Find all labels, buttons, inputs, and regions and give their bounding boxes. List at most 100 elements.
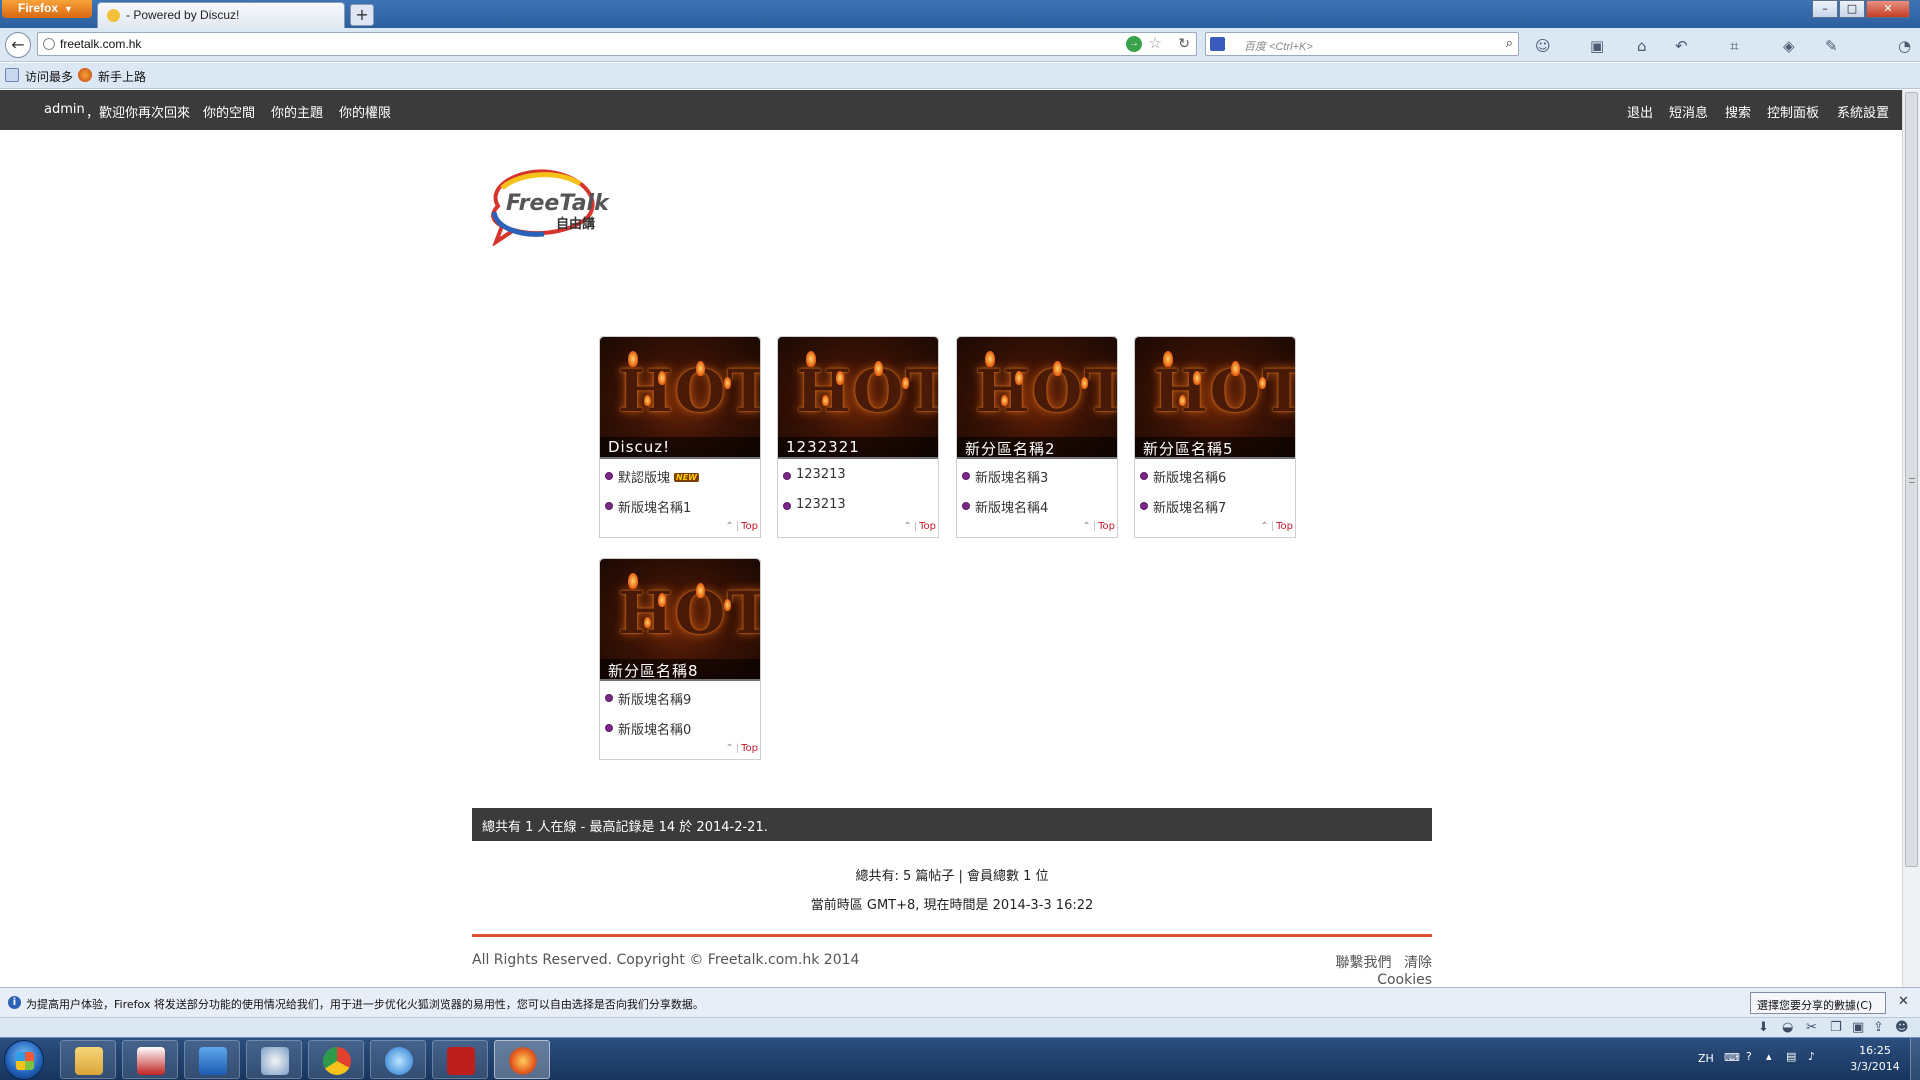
minimize-button[interactable]: –	[1812, 0, 1838, 18]
scrollbar-thumb[interactable]	[1905, 92, 1918, 867]
keyboard-icon[interactable]: ⌨	[1724, 1051, 1740, 1064]
board-bullet-icon	[605, 724, 613, 732]
board-link-label: 新版塊名稱4	[975, 501, 1049, 516]
forum-category-title[interactable]: 1232321	[786, 438, 860, 456]
flame-decoration	[836, 371, 844, 385]
firefox-icon	[509, 1047, 537, 1075]
new-tab-button[interactable]: +	[350, 4, 374, 26]
search-engine-icon[interactable]	[1210, 37, 1225, 51]
new-badge: NEW	[674, 473, 699, 482]
board-link[interactable]: 新版塊名稱7	[1153, 497, 1226, 516]
board-link[interactable]: 默認版塊 NEW	[618, 467, 699, 486]
language-indicator[interactable]: ZH	[1698, 1052, 1714, 1065]
taskbar-explorer[interactable]	[60, 1040, 116, 1079]
search-bar[interactable]: 百度 <Ctrl+K> ⌕	[1205, 32, 1519, 56]
back-to-top-link[interactable]: ⌃ | Top	[903, 521, 936, 532]
forum-category-title[interactable]: 新分區名稱5	[1143, 438, 1234, 459]
notifications-icon[interactable]: ✎	[1825, 37, 1838, 55]
start-button[interactable]	[4, 1040, 44, 1080]
bookmark-getting-started[interactable]: 新手上路	[78, 68, 146, 85]
board-link[interactable]: 新版塊名稱1	[618, 497, 691, 516]
tool-icon[interactable]: ✂	[1806, 1020, 1817, 1035]
crop-icon[interactable]: ⌗	[1730, 37, 1738, 55]
clock[interactable]: 16:25 3/3/2014	[1840, 1043, 1910, 1075]
close-window-button[interactable]: ✕	[1866, 0, 1910, 18]
board-link[interactable]: 123213	[796, 467, 846, 482]
nav-system-settings[interactable]: 系統設置	[1837, 102, 1889, 121]
window-restore-icon[interactable]: ▣	[1852, 1020, 1864, 1035]
nav-my-topics[interactable]: 你的主題	[271, 102, 323, 121]
forum-category-title[interactable]: 新分區名稱8	[608, 660, 699, 681]
page-scrollbar[interactable]	[1902, 90, 1920, 987]
mask-icon[interactable]: ◒	[1782, 1020, 1793, 1035]
home-icon[interactable]: ⌂	[1637, 37, 1647, 55]
board-link[interactable]: 新版塊名稱9	[618, 689, 691, 708]
top-label: Top	[1098, 521, 1115, 532]
screenshot-icon[interactable]: ▣	[1590, 37, 1604, 55]
reload-icon[interactable]: ↻	[1178, 35, 1190, 52]
contact-link[interactable]: 聯繫我們	[1336, 955, 1392, 971]
chat-icon[interactable]: ◔	[1898, 37, 1911, 55]
board-bullet-icon	[962, 502, 970, 510]
forum-category-title[interactable]: 新分區名稱2	[965, 438, 1056, 459]
firefox-icon	[78, 68, 92, 82]
back-to-top-link[interactable]: ⌃ | Top	[1260, 521, 1293, 532]
user-link[interactable]: admin	[44, 102, 85, 117]
board-link-label: 新版塊名稱0	[618, 723, 692, 738]
go-icon[interactable]: →	[1126, 36, 1142, 52]
undo-icon[interactable]: ↶	[1675, 37, 1688, 55]
bookmarks-toolbar: 访问最多 新手上路	[0, 63, 1920, 89]
chevron-up-icon[interactable]: ▴	[1766, 1050, 1772, 1063]
choose-data-button[interactable]: 選擇您要分享的數據(C)	[1750, 992, 1886, 1014]
flame-decoration	[696, 361, 705, 376]
show-desktop-button[interactable]	[1910, 1038, 1920, 1080]
bookmark-most-visited[interactable]: 访问最多	[5, 68, 73, 85]
flame-decoration	[985, 351, 995, 367]
volume-icon[interactable]: ♪	[1808, 1050, 1815, 1063]
share-icon[interactable]: ⇪	[1873, 1020, 1884, 1035]
info-icon: i	[8, 996, 21, 1009]
taskbar-ie[interactable]	[370, 1040, 426, 1079]
back-to-top-link[interactable]: ⌃ | Top	[1082, 521, 1115, 532]
help-icon[interactable]: ?	[1746, 1050, 1752, 1063]
network-icon[interactable]: ▤	[1786, 1050, 1796, 1063]
site-identity-icon[interactable]	[43, 38, 55, 50]
back-to-top-link[interactable]: ⌃ | Top	[725, 521, 758, 532]
taskbar-firefox[interactable]	[494, 1040, 550, 1079]
nav-logout[interactable]: 退出	[1627, 102, 1653, 121]
url-bar[interactable]: freetalk.com.hk → ☆ ↻	[37, 32, 1197, 56]
tab-discuz[interactable]: - Powered by Discuz!	[97, 2, 345, 28]
taskbar-filezilla[interactable]	[432, 1040, 488, 1079]
nav-my-space[interactable]: 你的空間	[203, 102, 255, 121]
close-icon[interactable]: ✕	[1898, 994, 1909, 1009]
search-placeholder: 百度 <Ctrl+K>	[1244, 41, 1313, 53]
extension-icon[interactable]: ◈	[1783, 37, 1795, 55]
maximize-button[interactable]: □	[1839, 0, 1865, 18]
download-icon[interactable]: ⬇	[1758, 1020, 1769, 1035]
bookmark-star-icon[interactable]: ☆	[1149, 34, 1162, 52]
taskbar-chrome[interactable]	[308, 1040, 364, 1079]
firefox-menu-button[interactable]: Firefox ▼	[2, 0, 92, 18]
board-link[interactable]: 新版塊名稱4	[975, 497, 1048, 516]
nav-search[interactable]: 搜索	[1725, 102, 1751, 121]
board-link[interactable]: 123213	[796, 497, 846, 512]
nav-messages[interactable]: 短消息	[1669, 102, 1708, 121]
back-to-top-link[interactable]: ⌃ | Top	[725, 743, 758, 754]
user-icon[interactable]: ☻	[1895, 1020, 1909, 1035]
separator: |	[735, 743, 740, 754]
firefox-menu-label: Firefox	[18, 1, 59, 15]
back-button[interactable]: ←	[5, 32, 31, 58]
board-link[interactable]: 新版塊名稱0	[618, 719, 691, 738]
taskbar-outlook[interactable]	[184, 1040, 240, 1079]
taskbar-app-tvs[interactable]	[122, 1040, 178, 1079]
site-logo[interactable]: FreeTalk 自由講	[480, 166, 620, 248]
forum-category-title[interactable]: Discuz!	[608, 438, 670, 456]
board-link[interactable]: 新版塊名稱3	[975, 467, 1048, 486]
taskbar-paint[interactable]	[246, 1040, 302, 1079]
board-link[interactable]: 新版塊名稱6	[1153, 467, 1226, 486]
window-icon[interactable]: ❐	[1830, 1020, 1842, 1035]
addon-icon[interactable]: ☺	[1535, 37, 1551, 55]
nav-my-permissions[interactable]: 你的權限	[339, 102, 391, 121]
nav-control-panel[interactable]: 控制面板	[1767, 102, 1819, 121]
search-icon[interactable]: ⌕	[1506, 35, 1513, 51]
